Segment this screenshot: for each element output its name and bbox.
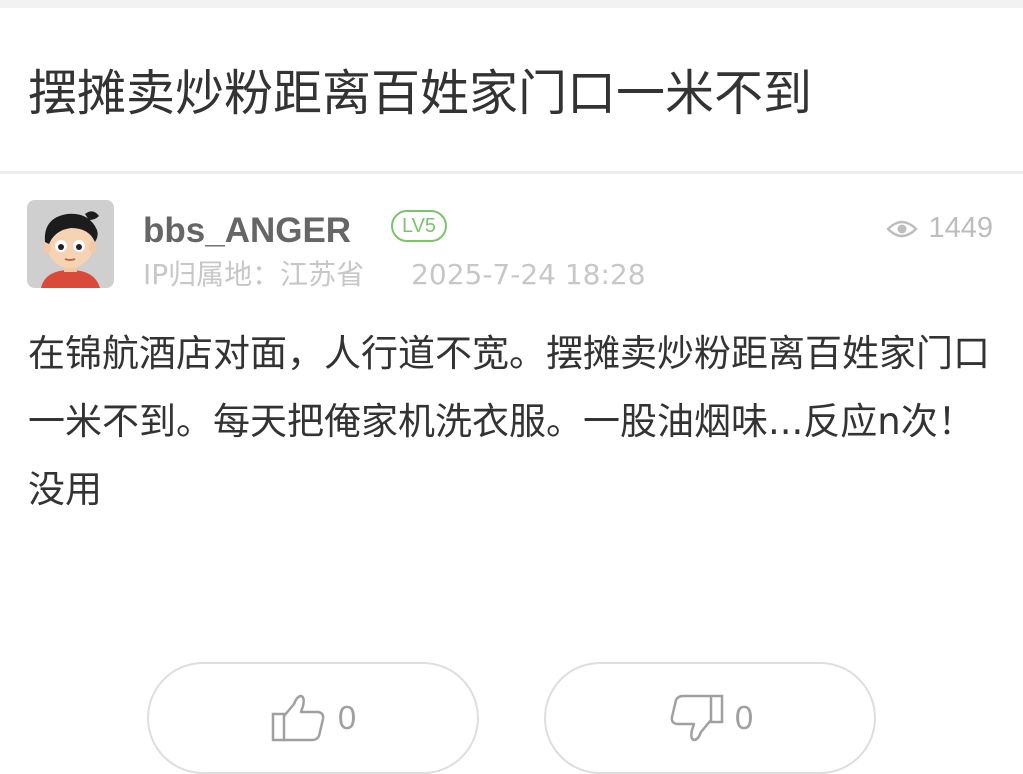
level-badge: LV5: [391, 210, 447, 242]
top-strip: [0, 0, 1023, 8]
title-bar: 摆摊卖炒粉距离百姓家门口一米不到: [0, 8, 1023, 171]
thumbs-down-icon: [670, 694, 724, 742]
avatar[interactable]: [27, 200, 114, 288]
view-count: 1449: [886, 212, 993, 245]
like-button[interactable]: 0: [147, 662, 479, 774]
page-title: 摆摊卖炒粉距离百姓家门口一米不到: [28, 65, 813, 122]
like-count: 0: [337, 699, 357, 736]
view-count-value: 1449: [928, 212, 993, 244]
dislike-button[interactable]: 0: [544, 662, 876, 774]
eye-icon: [886, 220, 919, 237]
avatar-image: [27, 200, 114, 288]
post-time: 2025-7-24 18:28: [411, 258, 646, 291]
thumbs-up-icon: [271, 694, 325, 742]
author-name[interactable]: bbs_ANGER: [143, 207, 351, 255]
dislike-count: 0: [734, 699, 754, 736]
divider: [0, 171, 1023, 174]
ip-location: IP归属地：江苏省: [143, 258, 365, 291]
post-content: 在锦航酒店对面，人行道不宽。摆摊卖炒粉距离百姓家门口一米不到。每天把俺家机洗衣服…: [28, 332, 990, 511]
post-meta: IP归属地：江苏省 2025-7-24 18:28: [143, 256, 646, 294]
